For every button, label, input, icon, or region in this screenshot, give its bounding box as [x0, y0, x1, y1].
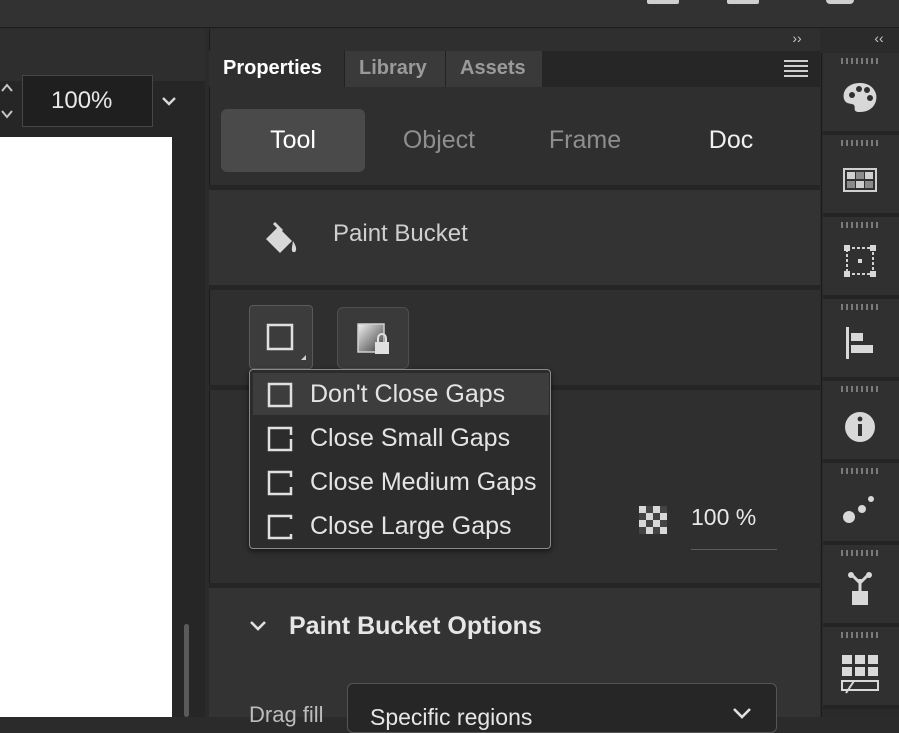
info-icon — [845, 412, 875, 442]
dock-button-transform[interactable] — [823, 217, 899, 299]
tab-library[interactable]: Library — [344, 51, 445, 87]
menu-item-label: Don't Close Gaps — [310, 380, 506, 408]
chevron-down-icon[interactable] — [248, 616, 268, 636]
checkerboard-icon — [639, 506, 667, 534]
menu-item-close-small-gaps[interactable]: Close Small Gaps — [253, 417, 549, 459]
chevron-down-icon — [162, 97, 176, 106]
lock-fill-button[interactable] — [337, 307, 409, 369]
close-medium-gaps-icon — [267, 470, 293, 496]
menu-item-label: Close Medium Gaps — [310, 468, 537, 496]
opacity-input[interactable]: 100 % — [691, 504, 777, 550]
menu-item-close-medium-gaps[interactable]: Close Medium Gaps — [253, 461, 549, 503]
tool-info-section — [209, 190, 820, 285]
panel-menu-icon[interactable] — [784, 60, 808, 78]
palette-icon — [843, 83, 877, 112]
components-icon — [848, 572, 872, 605]
frame-picker-icon — [841, 655, 879, 694]
gap-size-menu: Don't Close Gaps Close Small Gaps Close … — [249, 369, 551, 549]
segment-doc[interactable]: Doc — [659, 109, 803, 172]
section-divider — [209, 285, 820, 290]
drag-fill-select[interactable]: Specific regions — [347, 683, 777, 733]
motion-presets-icon — [843, 496, 874, 523]
close-large-gaps-icon — [267, 514, 293, 540]
paint-bucket-icon — [262, 219, 300, 257]
menu-item-label: Close Small Gaps — [310, 424, 511, 452]
stage-toolbar — [0, 29, 205, 81]
segment-object[interactable]: Object — [367, 109, 511, 172]
stage-canvas[interactable] — [0, 137, 172, 717]
segment-frame[interactable]: Frame — [513, 109, 657, 172]
gap-square-icon — [266, 323, 306, 360]
tool-name-label: Paint Bucket — [333, 220, 468, 247]
tab-assets[interactable]: Assets — [445, 51, 542, 87]
dock-button-swatches[interactable] — [823, 135, 899, 217]
options-section-title[interactable]: Paint Bucket Options — [289, 612, 542, 641]
application-top-bar — [0, 0, 899, 28]
segment-tool[interactable]: Tool — [221, 109, 365, 172]
swatches-icon — [843, 168, 877, 192]
workspace-icon[interactable] — [727, 0, 759, 4]
tab-properties[interactable]: Properties — [209, 51, 344, 87]
menu-item-dont-close-gaps[interactable]: Don't Close Gaps — [253, 373, 549, 415]
vertical-scrollbar[interactable] — [184, 624, 189, 717]
zoom-input[interactable]: 100% — [22, 75, 153, 127]
dock-button-info[interactable] — [823, 381, 899, 463]
help-icon[interactable] — [826, 0, 854, 4]
transform-icon — [844, 245, 876, 277]
menu-item-label: Close Large Gaps — [310, 512, 512, 540]
dont-close-gaps-icon — [267, 382, 293, 408]
dock-button-motion-presets[interactable] — [823, 463, 899, 545]
zoom-stepper[interactable] — [0, 80, 14, 122]
dock-button-frame-picker[interactable] — [823, 627, 899, 709]
menu-item-close-large-gaps[interactable]: Close Large Gaps — [253, 505, 549, 547]
drag-fill-label: Drag fill — [249, 702, 324, 727]
chevron-down-icon — [731, 706, 753, 722]
lock-fill-icon — [357, 323, 389, 354]
gap-size-button[interactable] — [249, 305, 313, 369]
dock-button-components[interactable] — [823, 545, 899, 627]
align-icon — [846, 327, 873, 359]
dock-button-color[interactable] — [823, 53, 899, 135]
dock-button-align[interactable] — [823, 299, 899, 381]
close-small-gaps-icon — [267, 426, 293, 452]
layout-icon[interactable] — [647, 0, 679, 4]
collapse-panel-button[interactable]: ›› — [786, 30, 808, 50]
zoom-dropdown-button[interactable] — [156, 84, 182, 118]
collapse-dock-button[interactable]: ‹‹ — [866, 30, 892, 50]
